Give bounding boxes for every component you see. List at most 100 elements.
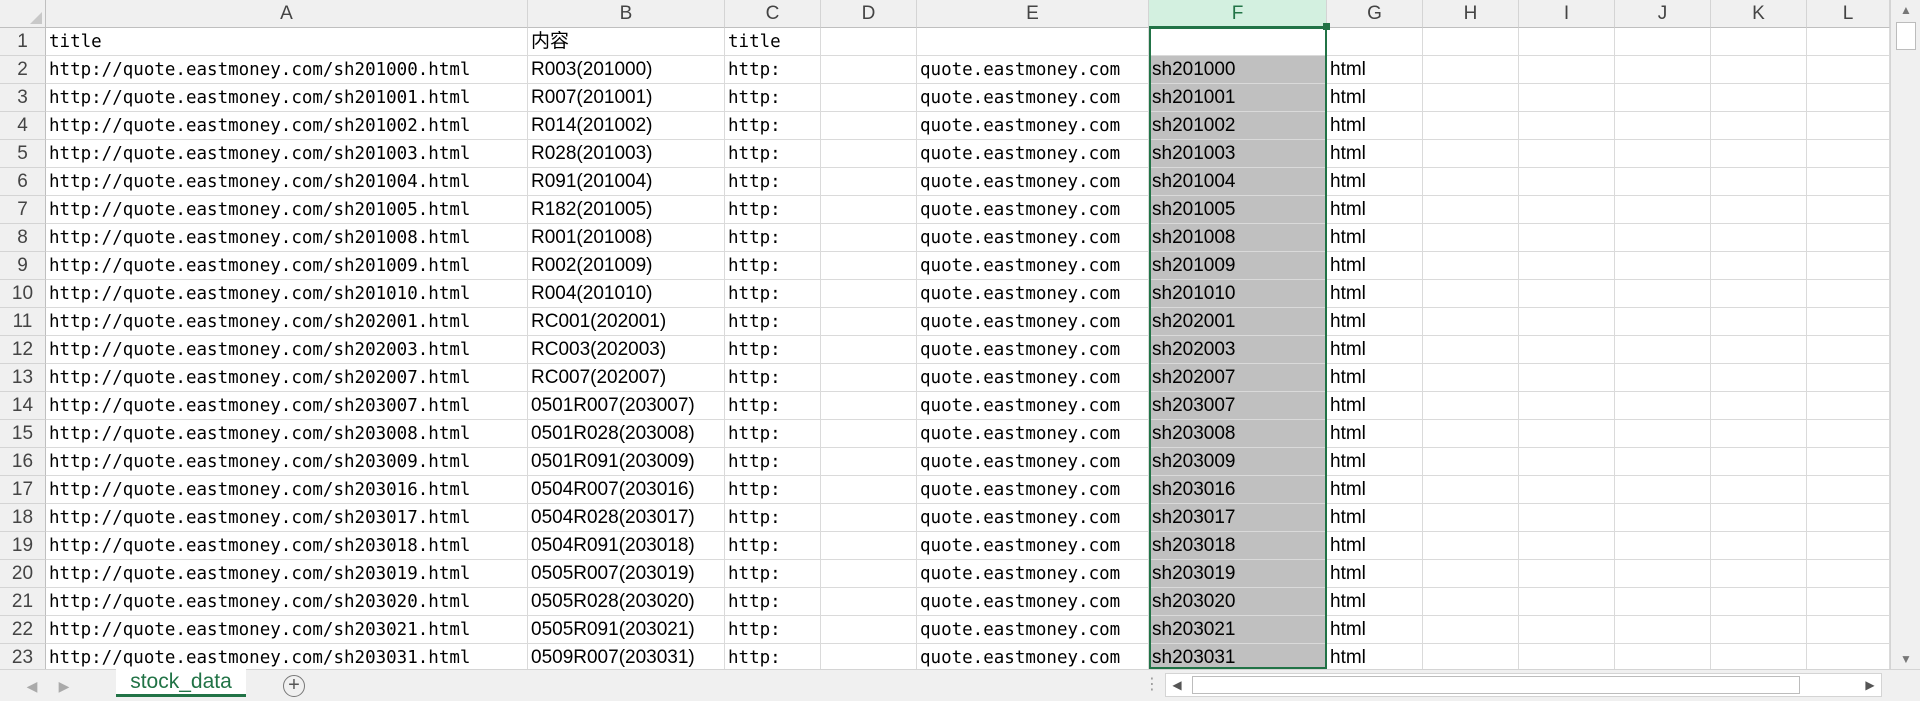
- cell-j[interactable]: [1615, 280, 1711, 308]
- plus-circle-icon[interactable]: +: [283, 675, 305, 697]
- cell-a[interactable]: http://quote.eastmoney.com/sh203018.html: [46, 532, 528, 560]
- cell-j[interactable]: [1615, 476, 1711, 504]
- fill-handle[interactable]: [1323, 23, 1330, 30]
- cell-e[interactable]: quote.eastmoney.com: [917, 196, 1149, 224]
- cell-l[interactable]: [1807, 168, 1890, 196]
- cell-g[interactable]: html: [1327, 196, 1423, 224]
- cell-e[interactable]: quote.eastmoney.com: [917, 504, 1149, 532]
- cell-l[interactable]: [1807, 448, 1890, 476]
- column-header-d[interactable]: D: [821, 0, 917, 28]
- cell-k[interactable]: [1711, 644, 1807, 669]
- cell-i[interactable]: [1519, 336, 1615, 364]
- cell-f[interactable]: sh201000: [1149, 56, 1327, 84]
- cell-c[interactable]: http:: [725, 504, 821, 532]
- cell-e[interactable]: quote.eastmoney.com: [917, 224, 1149, 252]
- cell-c[interactable]: http:: [725, 252, 821, 280]
- cell-f[interactable]: sh202003: [1149, 336, 1327, 364]
- cell-h[interactable]: [1423, 644, 1519, 669]
- cell-l[interactable]: [1807, 364, 1890, 392]
- cell-a[interactable]: http://quote.eastmoney.com/sh201000.html: [46, 56, 528, 84]
- cell-e[interactable]: quote.eastmoney.com: [917, 532, 1149, 560]
- cell-a[interactable]: http://quote.eastmoney.com/sh203031.html: [46, 644, 528, 669]
- column-header-f[interactable]: F: [1149, 0, 1327, 28]
- cell-h[interactable]: [1423, 28, 1519, 56]
- cell-l[interactable]: [1807, 280, 1890, 308]
- cell-g[interactable]: html: [1327, 560, 1423, 588]
- cell-c[interactable]: http:: [725, 588, 821, 616]
- cell-j[interactable]: [1615, 392, 1711, 420]
- cell-i[interactable]: [1519, 112, 1615, 140]
- cell-h[interactable]: [1423, 252, 1519, 280]
- cell-h[interactable]: [1423, 196, 1519, 224]
- row-header[interactable]: 20: [0, 560, 46, 588]
- cell-l[interactable]: [1807, 56, 1890, 84]
- cell-l[interactable]: [1807, 252, 1890, 280]
- scroll-left-icon[interactable]: ◀: [1166, 674, 1188, 696]
- cell-h[interactable]: [1423, 280, 1519, 308]
- cell-l[interactable]: [1807, 616, 1890, 644]
- cell-i[interactable]: [1519, 616, 1615, 644]
- cell-h[interactable]: [1423, 420, 1519, 448]
- cell-c[interactable]: http:: [725, 196, 821, 224]
- cell-f[interactable]: sh203017: [1149, 504, 1327, 532]
- cell-c[interactable]: http:: [725, 644, 821, 669]
- cell-a[interactable]: http://quote.eastmoney.com/sh203020.html: [46, 588, 528, 616]
- cell-b[interactable]: 0509R007(203031): [528, 644, 725, 669]
- cell-b[interactable]: 0501R007(203007): [528, 392, 725, 420]
- cell-f[interactable]: sh201009: [1149, 252, 1327, 280]
- cell-b[interactable]: R002(201009): [528, 252, 725, 280]
- row-header[interactable]: 1: [0, 28, 46, 56]
- cell-g[interactable]: html: [1327, 140, 1423, 168]
- cell-g[interactable]: html: [1327, 448, 1423, 476]
- cell-l[interactable]: [1807, 336, 1890, 364]
- cell-d[interactable]: [821, 644, 917, 669]
- row-header[interactable]: 9: [0, 252, 46, 280]
- cell-b[interactable]: 0505R028(203020): [528, 588, 725, 616]
- select-all-corner[interactable]: [0, 0, 46, 28]
- cell-e[interactable]: quote.eastmoney.com: [917, 168, 1149, 196]
- cell-a[interactable]: http://quote.eastmoney.com/sh203019.html: [46, 560, 528, 588]
- cell-h[interactable]: [1423, 504, 1519, 532]
- cell-d[interactable]: [821, 392, 917, 420]
- cell-e[interactable]: quote.eastmoney.com: [917, 336, 1149, 364]
- cell-j[interactable]: [1615, 588, 1711, 616]
- cell-a[interactable]: http://quote.eastmoney.com/sh201004.html: [46, 168, 528, 196]
- cell-l[interactable]: [1807, 532, 1890, 560]
- cell-j[interactable]: [1615, 196, 1711, 224]
- cell-h[interactable]: [1423, 560, 1519, 588]
- cell-b[interactable]: R014(201002): [528, 112, 725, 140]
- cell-c[interactable]: http:: [725, 168, 821, 196]
- cell-l[interactable]: [1807, 588, 1890, 616]
- cell-g[interactable]: html: [1327, 364, 1423, 392]
- row-header[interactable]: 22: [0, 616, 46, 644]
- row-header[interactable]: 13: [0, 364, 46, 392]
- cell-k[interactable]: [1711, 420, 1807, 448]
- cell-b[interactable]: 0505R091(203021): [528, 616, 725, 644]
- cell-g[interactable]: [1327, 28, 1423, 56]
- cell-d[interactable]: [821, 532, 917, 560]
- cell-k[interactable]: [1711, 28, 1807, 56]
- cell-h[interactable]: [1423, 224, 1519, 252]
- cell-d[interactable]: [821, 560, 917, 588]
- cell-a[interactable]: http://quote.eastmoney.com/sh201003.html: [46, 140, 528, 168]
- cell-j[interactable]: [1615, 168, 1711, 196]
- cell-b[interactable]: R182(201005): [528, 196, 725, 224]
- cell-l[interactable]: [1807, 420, 1890, 448]
- cell-h[interactable]: [1423, 476, 1519, 504]
- cell-g[interactable]: html: [1327, 84, 1423, 112]
- cell-k[interactable]: [1711, 616, 1807, 644]
- cell-f[interactable]: sh201005: [1149, 196, 1327, 224]
- cell-h[interactable]: [1423, 140, 1519, 168]
- cell-d[interactable]: [821, 252, 917, 280]
- cell-j[interactable]: [1615, 504, 1711, 532]
- cell-c[interactable]: http:: [725, 336, 821, 364]
- cell-a[interactable]: http://quote.eastmoney.com/sh202003.html: [46, 336, 528, 364]
- cell-i[interactable]: [1519, 84, 1615, 112]
- cell-i[interactable]: [1519, 392, 1615, 420]
- cell-e[interactable]: quote.eastmoney.com: [917, 56, 1149, 84]
- cell-f[interactable]: sh201002: [1149, 112, 1327, 140]
- cell-i[interactable]: [1519, 56, 1615, 84]
- cell-g[interactable]: html: [1327, 504, 1423, 532]
- vertical-scrollbar[interactable]: ▲ ▼: [1890, 0, 1920, 669]
- cell-k[interactable]: [1711, 336, 1807, 364]
